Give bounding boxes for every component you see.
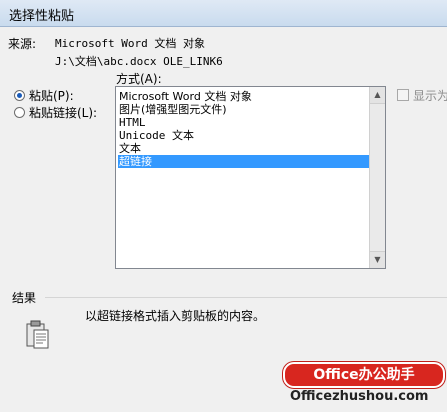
list-item-selected[interactable]: 超链接 — [118, 155, 369, 168]
paste-link-radio-button[interactable] — [14, 107, 25, 118]
display-as-icon-label: 显示为 — [413, 89, 447, 103]
as-label: 方式(A): — [116, 72, 162, 86]
list-item[interactable]: 图片(增强型图元文件) — [118, 103, 369, 116]
source-value: Microsoft Word 文档 对象 — [55, 37, 205, 50]
watermark-url: Officezhushou.com — [290, 389, 429, 404]
listbox-scrollbar[interactable]: ▲ ▼ — [369, 87, 385, 268]
scroll-up-icon[interactable]: ▲ — [370, 87, 385, 104]
paste-radio-button[interactable] — [14, 90, 25, 101]
title-bar: 选择性粘贴 — [0, 0, 447, 27]
clipboard-icon — [26, 320, 49, 349]
source-label: 来源: — [8, 37, 37, 51]
result-description: 以超链接格式插入剪贴板的内容。 — [85, 309, 266, 323]
display-as-icon-checkbox[interactable] — [397, 89, 409, 101]
list-item[interactable]: HTML — [118, 116, 369, 129]
as-listbox[interactable]: Microsoft Word 文档 对象 图片(增强型图元文件) HTML Un… — [115, 86, 386, 269]
result-divider — [45, 297, 447, 298]
paste-link-radio-label[interactable]: 粘贴链接(L): — [29, 104, 97, 121]
list-item[interactable]: Unicode 文本 — [118, 129, 369, 142]
list-item[interactable]: 文本 — [118, 142, 369, 155]
paste-radio-label[interactable]: 粘贴(P): — [29, 87, 74, 104]
window-title: 选择性粘贴 — [9, 9, 75, 24]
result-title: 结果 — [12, 291, 37, 305]
watermark-badge: Office办公助手 — [283, 362, 445, 388]
source-path: J:\文档\abc.docx OLE_LINK6 — [55, 55, 223, 68]
scroll-down-icon[interactable]: ▼ — [370, 251, 385, 268]
list-item[interactable]: Microsoft Word 文档 对象 — [118, 90, 369, 103]
